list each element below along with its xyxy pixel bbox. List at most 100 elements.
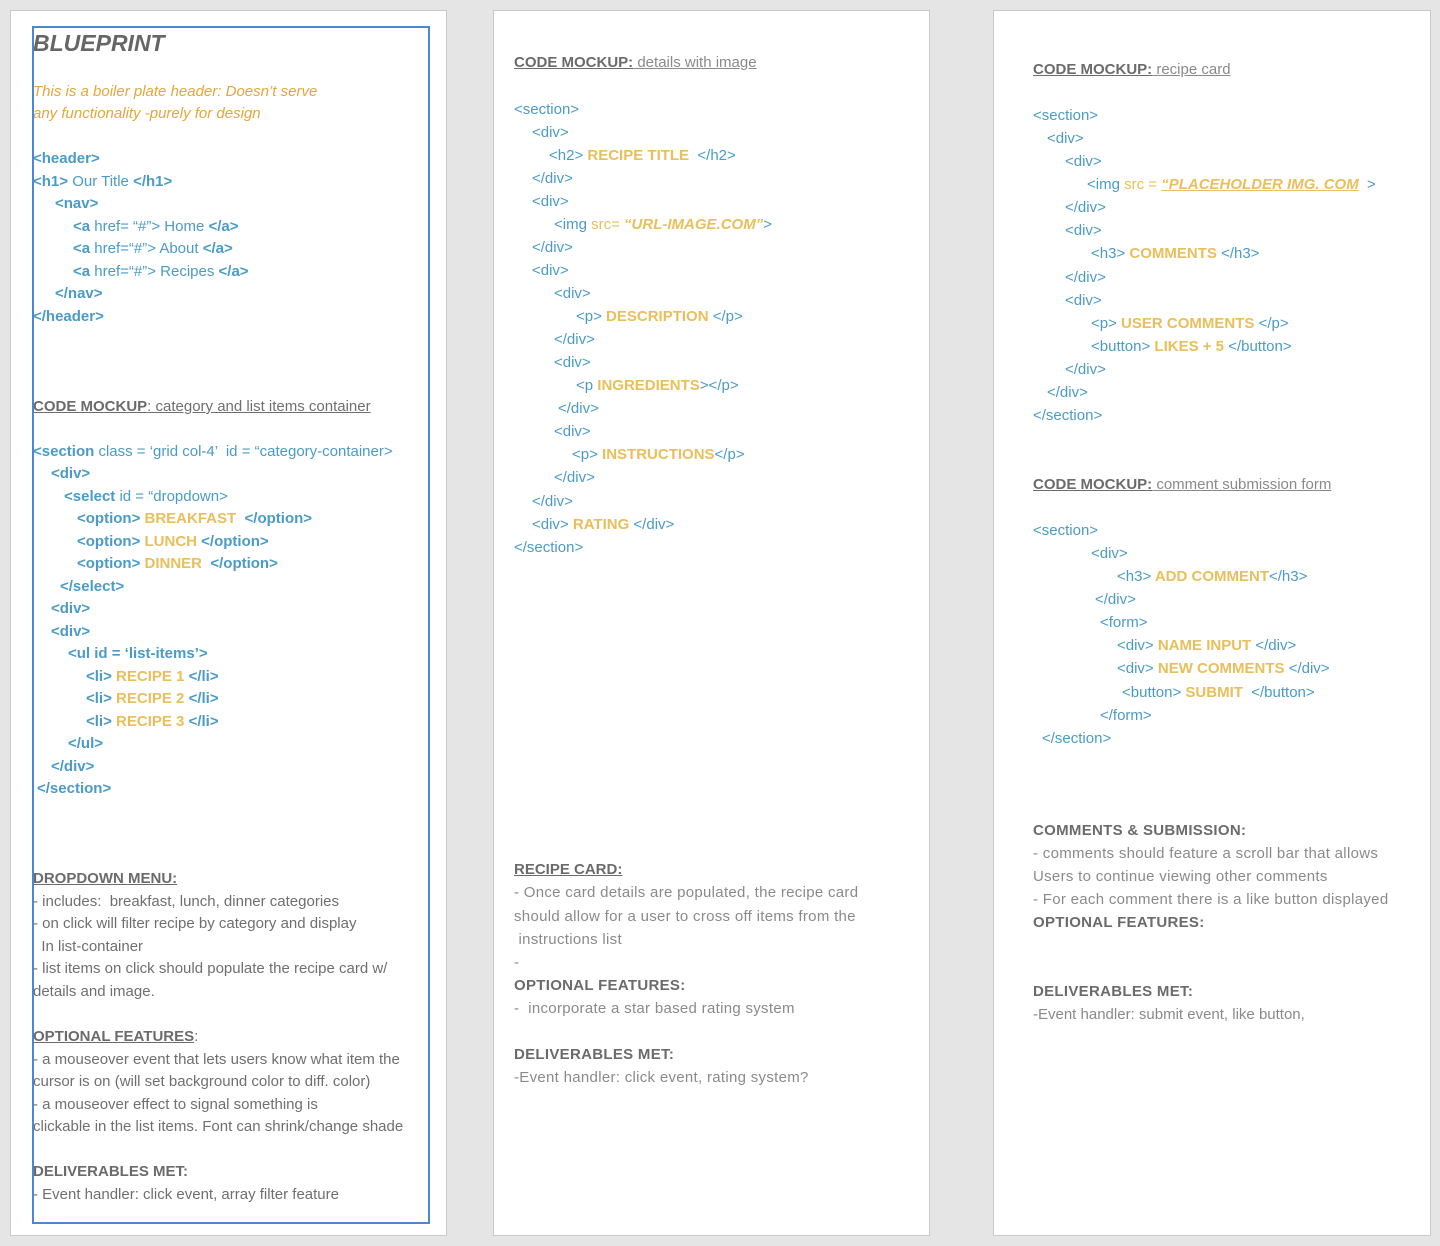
dropdown-line: details and image. xyxy=(33,983,155,1000)
div-close-line: </div> xyxy=(532,493,573,510)
category-mockup-heading: CODE MOCKUP: category and list items con… xyxy=(33,398,371,415)
recipe-card-mockup-heading: CODE MOCKUP: recipe card xyxy=(1033,61,1231,78)
div-open-line: <div> xyxy=(1065,153,1102,170)
p-user-comments-line: <p> USER COMMENTS </p> xyxy=(1091,315,1289,332)
li-recipe-3-line: <li> RECIPE 3 </li> xyxy=(86,713,219,730)
optional-line: - a mouseover effect to signal something… xyxy=(33,1096,318,1113)
div-open-line: <div> xyxy=(1047,130,1084,147)
nav-close-line: </nav> xyxy=(55,285,103,302)
p-instructions-line: <p> INSTRUCTIONS</p> xyxy=(572,446,745,463)
section-close-line: </section> xyxy=(1033,407,1103,424)
div-name-input-line: <div> NAME INPUT </div> xyxy=(1117,637,1297,654)
img-placeholder-line: <img src = “PLACEHOLDER IMG. COM > xyxy=(1087,176,1376,193)
div-close-line: </div> xyxy=(1047,384,1088,401)
deliverables-line: -Event handler: submit event, like butto… xyxy=(1033,1006,1305,1023)
blueprint-title: BLUEPRINT xyxy=(33,30,165,56)
dropdown-line: In list-container xyxy=(33,938,144,955)
p-description-line: <p> DESCRIPTION </p> xyxy=(576,308,743,325)
div-close-line: </div> xyxy=(554,469,595,486)
option-breakfast-line: <option> BREAKFAST </option> xyxy=(77,510,313,527)
section-open-line: <section> xyxy=(514,101,580,118)
section-close-line: </section> xyxy=(514,539,584,556)
optional-line: cursor is on (will set background color … xyxy=(33,1073,371,1090)
deliverables-heading: DELIVERABLES MET: xyxy=(514,1046,675,1063)
ul-close-line: </ul> xyxy=(68,735,104,752)
comment-form-mockup-heading: CODE MOCKUP: comment submission form xyxy=(1033,476,1332,493)
h3-comments-line: <h3> COMMENTS </h3> xyxy=(1091,245,1260,262)
comments-line: - For each comment there is a like butto… xyxy=(1033,891,1389,908)
div-close-line: </div> xyxy=(532,239,573,256)
section-open-line: <section> xyxy=(1033,107,1099,124)
deliverables-heading: DELIVERABLES MET: xyxy=(1033,983,1194,1000)
select-close-line: </select> xyxy=(60,578,125,595)
div-open-line: <div> xyxy=(532,262,569,279)
div-open-line: <div> xyxy=(1091,545,1128,562)
button-submit-line: <button> SUBMIT </button> xyxy=(1122,684,1315,701)
h2-recipe-title-line: <h2> RECIPE TITLE </h2> xyxy=(549,147,736,164)
dropdown-line: - list items on click should populate th… xyxy=(33,960,388,977)
recipe-card-line: - Once card details are populated, the r… xyxy=(514,884,859,901)
div-new-comments-line: <div> NEW COMMENTS </div> xyxy=(1117,660,1330,677)
div-close-line: </div> xyxy=(1065,269,1106,286)
section-close-line: </section> xyxy=(37,780,112,797)
dropdown-line: - on click will filter recipe by categor… xyxy=(33,915,357,932)
nav-link-about: <a href=“#”> About </a> xyxy=(73,240,233,257)
div-open-line: <div> xyxy=(1065,222,1102,239)
option-lunch-line: <option> LUNCH </option> xyxy=(77,533,269,550)
optional-line: - a mouseover event that lets users know… xyxy=(33,1051,400,1068)
form-open-line: <form> xyxy=(1100,614,1148,631)
div-close-line: </div> xyxy=(532,170,573,187)
header-close-line: </header> xyxy=(33,308,104,325)
optional-features-heading: OPTIONAL FEATURES: xyxy=(1033,914,1205,931)
section-open-line: <section> xyxy=(1033,522,1099,539)
comments-line: Users to continue viewing other comments xyxy=(1033,868,1328,885)
div-open-line-2: <div> xyxy=(51,600,91,617)
header-note-line-1: This is a boiler plate header: Doesn’t s… xyxy=(33,83,318,100)
div-close-line: </div> xyxy=(51,758,95,775)
img-url-line: <img src= “URL-IMAGE.COM”> xyxy=(554,216,772,233)
div-close-line: </div> xyxy=(1065,199,1106,216)
div-open-line: <div> xyxy=(1065,292,1102,309)
div-close-line: </div> xyxy=(1065,361,1106,378)
option-dinner-line: <option> DINNER </option> xyxy=(77,555,278,572)
header-open-line: <header> xyxy=(33,150,100,167)
div-open-line-3: <div> xyxy=(51,623,91,640)
div-open-line: <div> xyxy=(554,423,591,440)
blueprint-page: BLUEPRINT This is a boiler plate header:… xyxy=(10,10,447,1236)
header-note-line-2: any functionality -purely for design xyxy=(33,105,261,122)
deliverables-line: -Event handler: click event, rating syst… xyxy=(514,1069,809,1086)
details-page: CODE MOCKUP: details with image <section… xyxy=(493,10,930,1236)
h3-add-comment-line: <h3> ADD COMMENT</h3> xyxy=(1117,568,1308,585)
comments-submission-heading: COMMENTS & SUBMISSION: xyxy=(1033,822,1247,839)
div-close-line: </div> xyxy=(1095,591,1136,608)
h1-line: <h1> Our Title </h1> xyxy=(33,173,173,190)
deliverables-line: - Event handler: click event, array filt… xyxy=(33,1186,339,1203)
optional-line: clickable in the list items. Font can sh… xyxy=(33,1118,404,1135)
details-mockup-heading: CODE MOCKUP: details with image xyxy=(514,54,757,71)
select-open-line: <select id = “dropdown> xyxy=(64,488,228,505)
div-open-line: <div> xyxy=(532,124,569,141)
div-open-line: <div> xyxy=(532,193,569,210)
comments-line: - comments should feature a scroll bar t… xyxy=(1033,845,1379,862)
optional-features-heading: OPTIONAL FEATURES: xyxy=(33,1028,199,1045)
button-likes-line: <button> LIKES + 5 </button> xyxy=(1091,338,1292,355)
li-recipe-1-line: <li> RECIPE 1 </li> xyxy=(86,668,219,685)
div-close-line: </div> xyxy=(558,400,599,417)
nav-open-line: <nav> xyxy=(55,195,99,212)
form-close-line: </form> xyxy=(1100,707,1152,724)
section-open-line: <section class = ‘grid col-4’ id = “cate… xyxy=(33,443,393,460)
deliverables-heading: DELIVERABLES MET: xyxy=(33,1163,189,1180)
dropdown-line: - includes: breakfast, lunch, dinner cat… xyxy=(33,893,339,910)
recipe-card-line: should allow for a user to cross off ite… xyxy=(514,908,856,925)
nav-link-home: <a href= “#”> Home </a> xyxy=(73,218,239,235)
nav-link-recipes: <a href=“#”> Recipes </a> xyxy=(73,263,249,280)
dropdown-menu-heading: DROPDOWN MENU: xyxy=(33,870,178,887)
div-open-line: <div> xyxy=(51,465,91,482)
p-ingredients-line: <p INGREDIENTS></p> xyxy=(576,377,739,394)
ul-open-line: <ul id = ‘list-items’> xyxy=(68,645,208,662)
recipe-card-line: instructions list xyxy=(514,931,622,948)
section-close-line: </section> xyxy=(1042,730,1112,747)
li-recipe-2-line: <li> RECIPE 2 </li> xyxy=(86,690,219,707)
div-open-line: <div> xyxy=(554,354,591,371)
div-open-line: <div> xyxy=(554,285,591,302)
